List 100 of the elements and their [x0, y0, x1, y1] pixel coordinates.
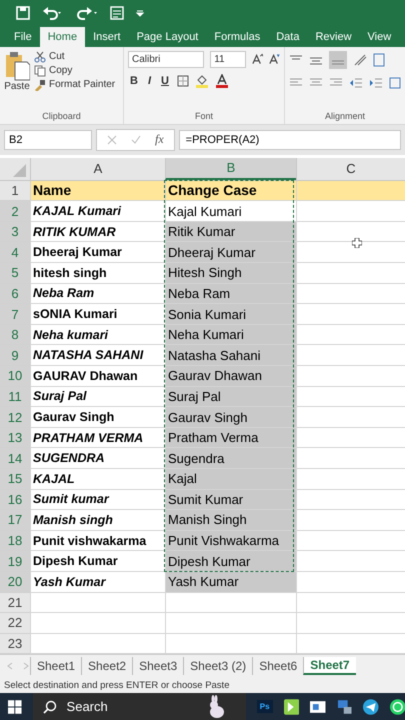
row-header[interactable]: 9 [0, 345, 30, 366]
clipboard-icon [4, 50, 30, 81]
group-label: Alignment [324, 110, 366, 123]
italic-button[interactable]: I [146, 74, 154, 87]
underline-button[interactable]: U [159, 74, 171, 87]
row-header[interactable]: 23 [0, 634, 30, 654]
row-header[interactable]: 10 [0, 366, 30, 387]
orientation-icon[interactable] [353, 52, 367, 67]
row-header[interactable]: 14 [0, 448, 30, 469]
table-cell: Hitesh Singh [165, 263, 296, 284]
decrease-indent-icon[interactable] [349, 76, 363, 89]
row-header[interactable]: 20 [0, 572, 30, 593]
row-header[interactable]: 12 [0, 407, 30, 428]
windows-start-icon[interactable] [8, 700, 22, 714]
group-label: Font [194, 110, 214, 123]
formula-field[interactable]: =PROPER(A2) [178, 130, 401, 150]
table-cell: Kajal [165, 468, 296, 490]
row-header[interactable]: 16 [0, 490, 30, 510]
cursor-icon [352, 238, 362, 248]
row-header[interactable]: 15 [0, 468, 30, 490]
row-header[interactable]: 21 [0, 592, 30, 614]
taskbar-search-field[interactable]: Search [32, 693, 246, 720]
sheet-tab[interactable]: Sheet7 [303, 657, 356, 676]
align-bottom-icon[interactable] [329, 50, 347, 69]
row-header[interactable]: 22 [0, 613, 30, 634]
table-cell: Yash Kumar [165, 572, 296, 593]
table-cell: Name [30, 180, 165, 202]
undo-icon[interactable] [42, 6, 64, 20]
paintbrush-icon [34, 78, 46, 91]
table-cell: Kajal Kumari [165, 201, 296, 222]
row-header[interactable]: 18 [0, 530, 30, 552]
font-color-icon[interactable] [214, 74, 229, 88]
row-header[interactable]: 4 [0, 242, 30, 264]
table-cell: Ritik Kumar [165, 222, 296, 242]
sheet-tab[interactable]: Sheet3 (2) [183, 657, 252, 676]
sheet-tab[interactable]: Sheet2 [81, 657, 132, 676]
ribbon-tab[interactable]: Insert [85, 26, 129, 47]
search-icon [42, 700, 57, 714]
name-box[interactable]: B2 [4, 130, 92, 150]
ribbon-tab[interactable]: Review [307, 26, 360, 47]
row-header[interactable]: 7 [0, 304, 30, 325]
table-cell: Suraj Pal [165, 386, 296, 408]
cut-button[interactable]: Cut [34, 50, 116, 63]
row-header[interactable]: 2 [0, 201, 30, 222]
shrink-font-icon[interactable] [268, 53, 280, 66]
table-cell: Sumit Kumar [165, 490, 296, 510]
ribbon-tab[interactable]: Data [268, 26, 308, 47]
merge-icon[interactable] [389, 76, 401, 89]
row-header[interactable]: 8 [0, 324, 30, 346]
form-icon[interactable] [110, 6, 124, 20]
ribbon-tab[interactable]: Home [40, 26, 86, 47]
table-cell: Manish Singh [165, 510, 296, 531]
table-cell: Gaurav Singh [165, 407, 296, 428]
font-size-field[interactable]: 11 [210, 50, 246, 68]
ribbon-tab[interactable]: Formulas [206, 26, 268, 47]
ribbon-tab[interactable]: File [6, 26, 40, 47]
row-header[interactable]: 13 [0, 428, 30, 448]
table-cell: Natasha Sahani [165, 345, 296, 366]
scissors-icon [34, 50, 46, 63]
telegram-icon[interactable] [363, 698, 379, 714]
insert-function-button[interactable]: fx [155, 132, 164, 148]
sheet-tab[interactable]: Sheet1 [30, 657, 82, 676]
table-cell: Neba Ram [165, 284, 296, 304]
row-header[interactable]: 6 [0, 284, 30, 304]
increase-indent-icon[interactable] [369, 76, 383, 89]
customize-icon[interactable] [136, 9, 144, 18]
bold-button[interactable]: B [128, 74, 140, 87]
fill-color-icon[interactable] [194, 74, 209, 88]
grow-font-icon[interactable] [252, 53, 263, 66]
taskbar-app-icon[interactable] [284, 698, 300, 714]
column-header[interactable]: C [296, 158, 405, 180]
redo-icon[interactable] [76, 6, 98, 20]
borders-icon[interactable] [176, 74, 189, 87]
ribbon-tab[interactable]: View [360, 26, 400, 47]
row-header[interactable]: 1 [0, 180, 30, 202]
column-header[interactable]: B [165, 158, 296, 180]
status-text: Select destination and press ENTER or choose Paste [0, 677, 405, 693]
copy-icon [34, 64, 46, 77]
whatsapp-icon[interactable] [390, 698, 405, 714]
taskbar-app-button[interactable]: Ps [256, 700, 273, 713]
ribbon-tab[interactable]: Page Layout [128, 26, 206, 47]
row-header[interactable]: 19 [0, 551, 30, 572]
row-header[interactable]: 5 [0, 263, 30, 284]
table-cell: Sonia Kumari [165, 304, 296, 325]
computer-icon[interactable] [336, 698, 352, 714]
sheet-tab[interactable]: Sheet3 [132, 657, 184, 676]
taskbar-app-icon[interactable] [310, 700, 326, 712]
row-header[interactable]: 17 [0, 510, 30, 531]
table-cell: Gaurav Dhawan [165, 366, 296, 387]
table-cell: Dheeraj Kumar [165, 242, 296, 264]
table-cell: Neha Kumari [165, 324, 296, 346]
table-cell: Sugendra [165, 448, 296, 469]
row-header[interactable]: 3 [0, 222, 30, 242]
wrap-text-icon[interactable] [373, 52, 385, 67]
paste-button[interactable]: Paste [4, 50, 30, 111]
format-painter-button[interactable]: Format Painter [34, 78, 116, 91]
copy-button[interactable]: Copy [34, 64, 116, 77]
font-name-field[interactable]: Calibri [128, 50, 204, 68]
save-icon[interactable] [16, 6, 30, 20]
row-header[interactable]: 11 [0, 386, 30, 408]
